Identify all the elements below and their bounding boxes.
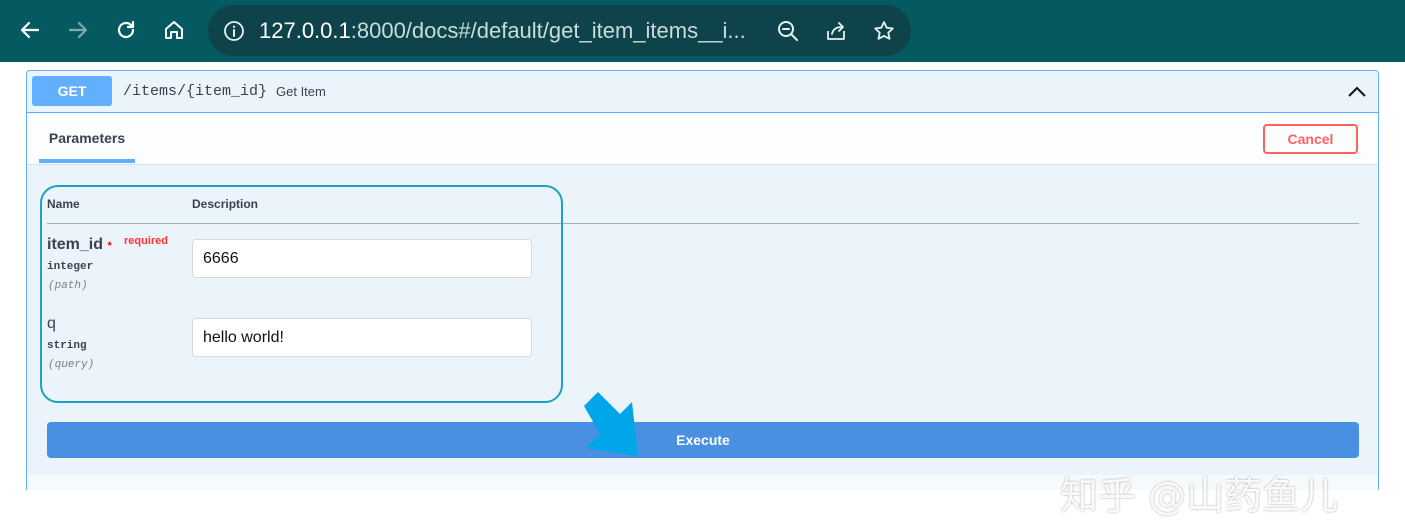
- reload-icon: [117, 20, 135, 39]
- operation-block: GET /items/{item_id} Get Item Parameters…: [26, 70, 1379, 490]
- operation-summary[interactable]: GET /items/{item_id} Get Item: [27, 71, 1378, 113]
- bookmark-button[interactable]: [871, 18, 897, 44]
- back-button[interactable]: [12, 12, 48, 48]
- execute-button[interactable]: Execute: [47, 422, 1359, 458]
- param-name: q: [47, 315, 56, 332]
- operation-path: /items/{item_id}: [123, 83, 268, 100]
- param-type: integer: [47, 261, 94, 273]
- home-button[interactable]: [156, 12, 192, 48]
- column-header-description: Description: [192, 197, 259, 211]
- chevron-up-icon[interactable]: [1345, 80, 1369, 104]
- annotation-highlight-box: [40, 185, 563, 403]
- annotation-arrow-icon: [584, 392, 638, 456]
- tab-parameters[interactable]: Parameters: [39, 114, 135, 163]
- zoom-button[interactable]: [775, 18, 801, 44]
- header-divider: [47, 223, 1359, 224]
- address-bar[interactable]: 127.0.0.1:8000/docs#/default/get_item_it…: [208, 5, 911, 56]
- parameters-header: Parameters Cancel: [27, 114, 1378, 165]
- zoom-out-icon: [778, 21, 798, 41]
- share-icon: [827, 22, 845, 40]
- watermark: 知乎 @山药鱼儿: [1060, 474, 1339, 518]
- method-badge: GET: [32, 76, 112, 106]
- forward-button[interactable]: [60, 12, 96, 48]
- tab-underline: [39, 159, 135, 163]
- forward-arrow-icon: [68, 21, 88, 39]
- url-text: 127.0.0.1:8000/docs#/default/get_item_it…: [259, 18, 746, 43]
- required-star: *: [107, 240, 112, 252]
- swagger-page: GET /items/{item_id} Get Item Parameters…: [0, 62, 1405, 518]
- star-icon: [874, 21, 894, 40]
- home-icon: [165, 21, 183, 39]
- param-name: item_id *: [47, 236, 112, 253]
- param-type: string: [47, 340, 87, 352]
- item-id-input[interactable]: [192, 239, 532, 278]
- param-location: (path): [48, 280, 88, 292]
- q-input[interactable]: [192, 318, 532, 357]
- reload-button[interactable]: [108, 12, 144, 48]
- back-arrow-icon: [20, 21, 40, 39]
- required-label: required: [124, 235, 169, 247]
- cancel-button[interactable]: Cancel: [1263, 124, 1358, 154]
- share-button[interactable]: [823, 18, 849, 44]
- operation-description: Get Item: [276, 84, 326, 99]
- param-location: (query): [48, 359, 95, 371]
- browser-toolbar: 127.0.0.1:8000/docs#/default/get_item_it…: [0, 0, 1405, 62]
- column-header-name: Name: [47, 197, 80, 211]
- site-info-icon[interactable]: [222, 19, 246, 43]
